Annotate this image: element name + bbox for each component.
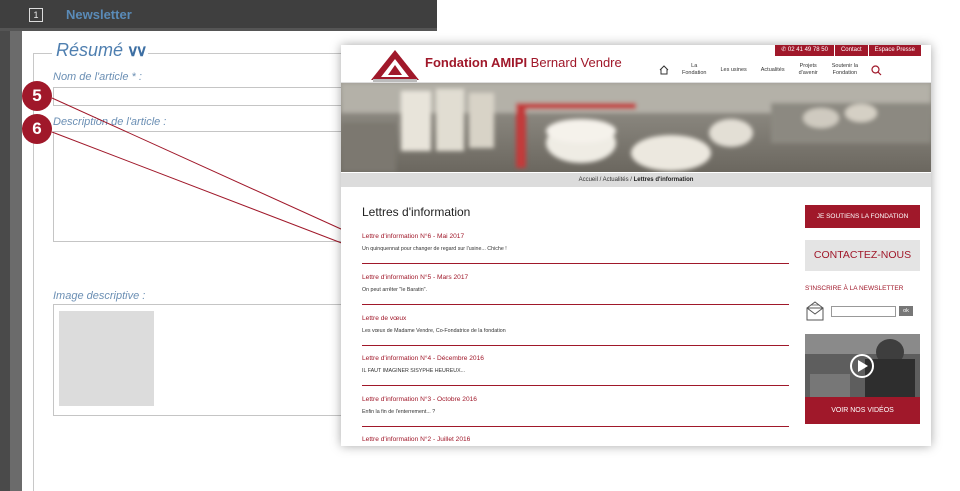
admin-left-strip	[0, 0, 10, 491]
article-divider	[362, 385, 789, 386]
step-number-badge: 1	[29, 8, 43, 22]
breadcrumb-current: Lettres d'information	[633, 177, 694, 183]
video-thumbnail[interactable]	[805, 334, 920, 397]
support-foundation-button[interactable]: JE SOUTIENS LA FONDATION	[805, 205, 920, 228]
site-title[interactable]: Fondation AMIPI Bernard Vendre	[425, 55, 622, 70]
article-description-textarea[interactable]	[53, 131, 348, 242]
phone-link[interactable]: ✆ 02 41 49 78 50	[775, 45, 834, 56]
newsletter-email-input[interactable]	[831, 306, 896, 317]
admin-left-strip-inner	[10, 28, 22, 491]
article-description: Un quinquennat pour changer de regard su…	[362, 246, 507, 252]
article-title[interactable]: Lettre d'information N°5 - Mars 2017	[362, 274, 789, 281]
breadcrumb-home[interactable]: Accueil	[579, 177, 598, 183]
article-title[interactable]: Lettre d'information N°3 - Octobre 2016	[362, 396, 789, 403]
site-title-bold: Fondation AMIPI	[425, 55, 528, 70]
article-title[interactable]: Lettre de vœux	[362, 315, 789, 322]
resume-legend-label: Résumé	[56, 40, 124, 60]
breadcrumb-separator: /	[630, 177, 632, 183]
image-upload-box[interactable]	[53, 304, 345, 416]
resume-legend[interactable]: Résumé ∨∨	[52, 40, 149, 61]
site-title-light: Bernard Vendre	[527, 55, 622, 70]
nav-item-soutenir-line1: Soutenir la	[831, 63, 859, 69]
article-title[interactable]: Lettre d'information N°2 - Juillet 2016	[362, 436, 789, 443]
image-placeholder	[59, 311, 154, 406]
article-name-input[interactable]	[53, 87, 348, 106]
list-item[interactable]: Lettre d'information N°4 - Décembre 2016…	[362, 355, 789, 386]
nav-item-projets-line2: d'avenir	[798, 70, 818, 76]
nav-item-actualites[interactable]: Actualités	[761, 67, 785, 74]
article-divider	[362, 263, 789, 264]
collapse-chevron-icon[interactable]: ∨∨	[127, 43, 147, 60]
mail-icon	[806, 301, 824, 321]
article-description-label: Description de l'article :	[53, 116, 167, 128]
nav-item-fondation[interactable]: La Fondation	[682, 63, 706, 77]
newsletter-ok-button[interactable]: ok	[899, 306, 913, 316]
article-divider	[362, 304, 789, 305]
marker-6: 6	[22, 114, 52, 144]
admin-section-title[interactable]: Newsletter	[66, 7, 132, 22]
list-item[interactable]: Lettre d'information N°6 - Mai 2017 Un q…	[362, 233, 789, 264]
article-description: IL FAUT IMAGINER SISYPHE HEUREUX...	[362, 368, 466, 374]
press-link[interactable]: Espace Presse	[868, 45, 921, 56]
article-description: Enfin la fin de l'enterrement... ?	[362, 409, 436, 415]
marker-5: 5	[22, 81, 52, 111]
nav-item-fondation-line2: Fondation	[682, 70, 707, 76]
nav-item-projets-line1: Projets	[799, 63, 817, 69]
newsletter-signup-label: S'INSCRIRE À LA NEWSLETTER	[805, 285, 904, 292]
phone-icon: ✆	[781, 47, 788, 53]
article-description: On peut arrêter "le Baratin".	[362, 287, 428, 293]
nav-item-fondation-line1: La	[691, 63, 698, 69]
article-title[interactable]: Lettre d'information N°6 - Mai 2017	[362, 233, 789, 240]
breadcrumb: Accueil / Actualités / Lettres d'informa…	[341, 173, 931, 187]
nav-item-usines-line1: Les usines	[720, 66, 747, 73]
article-divider	[362, 426, 789, 427]
list-item[interactable]: Lettre d'information N°5 - Mars 2017 On …	[362, 274, 789, 305]
contact-us-button[interactable]: CONTACTEZ-NOUS	[805, 240, 920, 271]
phone-number: 02 41 49 78 50	[787, 47, 828, 53]
article-divider	[362, 345, 789, 346]
list-item[interactable]: Lettre de vœux Les vœux de Madame Vendre…	[362, 315, 789, 346]
home-icon[interactable]	[659, 65, 669, 75]
site-topbar: ✆ 02 41 49 78 50 Contact Espace Presse	[774, 45, 921, 56]
article-title[interactable]: Lettre d'information N°4 - Décembre 2016	[362, 355, 789, 362]
nav-item-projets[interactable]: Projets d'avenir	[799, 63, 818, 77]
breadcrumb-separator: /	[599, 177, 602, 183]
admin-header-bar: 1 Newsletter	[0, 0, 437, 31]
contact-link[interactable]: Contact	[834, 45, 868, 56]
nav-item-actualites-line1: Actualités	[760, 66, 785, 73]
amipi-logo-icon[interactable]	[367, 47, 423, 83]
watch-videos-button[interactable]: VOIR NOS VIDÉOS	[805, 397, 920, 424]
screenshot-stage: 1 Newsletter Résumé ∨∨ Nom de l'article *…	[0, 0, 960, 491]
main-nav: La Fondation Les usines Actualités Projet…	[659, 63, 882, 77]
image-descriptive-label: Image descriptive :	[53, 290, 146, 302]
site-header: Fondation AMIPI Bernard Vendre ✆ 02 41 4…	[341, 45, 931, 83]
nav-item-soutenir[interactable]: Soutenir la Fondation	[832, 63, 858, 77]
article-name-label: Nom de l'article * :	[53, 71, 142, 83]
nav-item-soutenir-line2: Fondation	[832, 70, 858, 76]
breadcrumb-news[interactable]: Actualités	[603, 177, 629, 183]
hero-factory-image	[341, 83, 931, 172]
list-item[interactable]: Lettre d'information N°2 - Juillet 2016	[362, 436, 789, 443]
nav-item-usines[interactable]: Les usines	[720, 67, 746, 74]
search-icon[interactable]	[871, 64, 882, 76]
list-item[interactable]: Lettre d'information N°3 - Octobre 2016 …	[362, 396, 789, 427]
article-description: Les vœux de Madame Vendre, Co-Fondatrice…	[362, 328, 506, 334]
website-preview: Fondation AMIPI Bernard Vendre ✆ 02 41 4…	[341, 45, 931, 446]
page-title: Lettres d'information	[362, 205, 471, 219]
